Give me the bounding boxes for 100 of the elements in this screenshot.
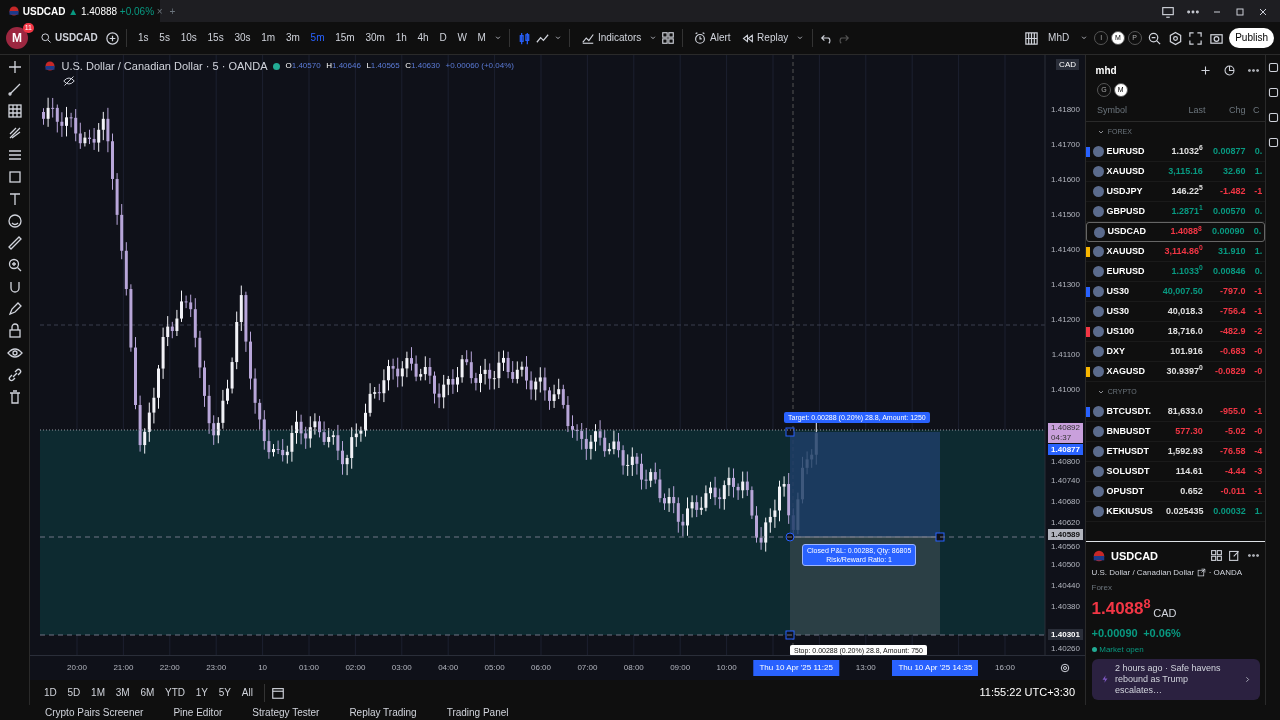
watchlist-row[interactable]: BNBUSDT 577.30 -5.02 -0	[1086, 422, 1265, 442]
column-header[interactable]: C	[1245, 103, 1260, 118]
range-button[interactable]: 3M	[111, 682, 134, 703]
maximize-icon[interactable]	[1234, 6, 1246, 19]
watchlist-row[interactable]: XAGUSD 30.9397$^{0}$ -0.0829 -0	[1086, 362, 1265, 382]
interval-button[interactable]: 30s	[230, 28, 255, 48]
tab[interactable]: USDCAD ▲ 1.40888 +0.06% ×	[0, 0, 160, 22]
external-link-icon[interactable]	[1196, 568, 1206, 578]
calendar-icon[interactable]	[271, 685, 286, 700]
interval-button[interactable]: 30m	[361, 28, 389, 48]
publish-button[interactable]: Publish	[1229, 28, 1274, 48]
watchlist-row[interactable]: DXY 101.916 -0.683 -0	[1086, 342, 1265, 362]
interval-button[interactable]: 3m	[281, 28, 304, 48]
watchlist-row[interactable]: EURUSD 1.1032$^{6}$ 0.00877 0.	[1086, 142, 1265, 162]
lines-icon[interactable]	[6, 147, 23, 163]
watchlist-row[interactable]: USDJPY 146.22$^{5}$ -1.482 -1	[1086, 182, 1265, 202]
price-change: -0.683	[1218, 344, 1246, 358]
lock-icon[interactable]	[6, 323, 23, 339]
zoom-icon[interactable]	[1147, 30, 1163, 46]
settings-icon[interactable]	[1167, 30, 1183, 46]
pencil-icon[interactable]	[6, 301, 23, 317]
add-circle-icon[interactable]	[104, 30, 120, 46]
new-tab-button[interactable]: +	[165, 2, 180, 22]
interval-button[interactable]: D	[435, 28, 451, 48]
range-button[interactable]: 1M	[87, 682, 109, 703]
range-button[interactable]: YTD	[161, 682, 190, 703]
add-icon[interactable]	[1198, 64, 1212, 77]
grid-icon[interactable]	[6, 103, 23, 119]
column-header[interactable]: Last	[1160, 103, 1206, 118]
panel-tab[interactable]: Pine Editor	[173, 705, 223, 720]
watchlist-row[interactable]: EURUSD 1.1033$^{0}$ 0.00846 0.	[1086, 262, 1265, 282]
watchlist-row[interactable]: BTCUSDT. 81,633.0 -955.0 -1	[1086, 402, 1265, 422]
position-tool-drawing[interactable]	[785, 427, 945, 640]
watchlist-row[interactable]: US100 18,716.0 -482.9 -2	[1086, 322, 1265, 342]
templates-icon[interactable]	[660, 31, 675, 45]
panel-tab[interactable]: Replay Trading	[349, 705, 417, 720]
interval-button[interactable]: 15s	[203, 28, 228, 48]
eye-off-icon[interactable]	[63, 75, 75, 87]
crosshair-icon[interactable]	[6, 59, 23, 75]
interval-button[interactable]: 10s	[176, 28, 201, 48]
layout-button[interactable]: MhD	[1044, 28, 1074, 48]
range-button[interactable]: 6M	[136, 682, 159, 703]
interval-button[interactable]: 5s	[155, 28, 174, 48]
interval-button[interactable]: 1h	[391, 28, 411, 48]
watchlist-row[interactable]: USDCAD 1.4088$^{8}$ 0.00090 0.	[1086, 222, 1265, 242]
panel-tab[interactable]: Strategy Tester	[252, 705, 320, 720]
settings-icon[interactable]	[1059, 662, 1071, 674]
panel-tab[interactable]: Crypto Pairs Screener	[45, 705, 144, 720]
symbol-text: EURUSD	[1106, 144, 1146, 158]
interval-button[interactable]: 5m	[306, 28, 329, 48]
ruler-icon[interactable]	[6, 235, 23, 251]
column-header[interactable]: Symbol	[1091, 103, 1161, 118]
edit-icon[interactable]	[1228, 549, 1241, 563]
trend-line-icon[interactable]	[6, 81, 23, 97]
watchlist-row[interactable]: US30 40,007.50 -797.0 -1	[1086, 282, 1265, 302]
interval-button[interactable]: W	[453, 28, 471, 48]
price-label: 1.40800	[1050, 455, 1081, 467]
indicators-button[interactable]: Indicators	[577, 28, 646, 48]
watchlist-row[interactable]: US30 40,018.3 -756.4 -1	[1086, 302, 1265, 322]
fullscreen-icon[interactable]	[1188, 30, 1204, 46]
watchlist-row[interactable]: XAUUSD 3,115.16 32.60 1.	[1086, 162, 1265, 182]
percent-change: -1	[1253, 304, 1263, 318]
chart-pie-icon[interactable]	[1222, 64, 1236, 77]
zoom-icon[interactable]	[6, 257, 23, 273]
watchlist-row[interactable]: ETHUSDT 1,592.93 -76.58 -4	[1086, 442, 1265, 462]
watchlist-row[interactable]: GBPUSD 1.2871$^{1}$ 0.00570 0.	[1086, 202, 1265, 222]
range-button[interactable]: 5D	[63, 682, 85, 703]
link-icon[interactable]	[6, 367, 23, 383]
eye-icon[interactable]	[6, 345, 23, 361]
range-button[interactable]: All	[237, 682, 257, 703]
range-button[interactable]: 1D	[40, 682, 61, 703]
panel-tab[interactable]: Trading Panel	[446, 705, 509, 720]
flag-icon	[44, 60, 56, 73]
interval-button[interactable]: M	[473, 28, 490, 48]
watchlist-row[interactable]: KEKIUSUS 0.025435 0.00032 1.	[1086, 502, 1265, 522]
interval-button[interactable]: 1m	[257, 28, 280, 48]
layout-grid-icon[interactable]	[1023, 30, 1039, 46]
symbol-text: XAUUSD	[1106, 164, 1146, 178]
column-header[interactable]: Chg	[1205, 103, 1246, 118]
replay-button[interactable]: Replay	[737, 28, 793, 48]
interval-button[interactable]: 1s	[134, 28, 153, 48]
smile-icon[interactable]	[6, 213, 23, 229]
interval-button[interactable]: 4h	[413, 28, 433, 48]
range-button[interactable]: 5Y	[214, 682, 236, 703]
price-label: 1.40440	[1050, 580, 1081, 591]
watchlist-row[interactable]: SOLUSDT 114.61 -4.44 -3	[1086, 462, 1265, 482]
range-button[interactable]: 1Y	[191, 682, 213, 703]
watchlist-row[interactable]: OPUSDT 0.652 -0.011 -1	[1086, 482, 1265, 502]
interval-button[interactable]: 15m	[331, 28, 359, 48]
symbol-search-button[interactable]: USDCAD	[36, 28, 102, 48]
monitor-icon[interactable]	[1161, 5, 1175, 20]
alert-button[interactable]: Alert	[689, 28, 735, 48]
currency-label[interactable]: CAD	[1056, 59, 1079, 70]
watchlist-row[interactable]: XAUUSD 3,114.86$^{0}$ 31.910 1.	[1086, 242, 1265, 262]
news-card[interactable]: 2 hours ago · Safe havens rebound as Trump escalates…	[1091, 658, 1260, 700]
rectangle-icon[interactable]	[6, 169, 23, 185]
percent-change: 1.	[1253, 504, 1263, 518]
grid-icon[interactable]	[1209, 549, 1223, 563]
watchlist-name-button[interactable]: mhd	[1091, 60, 1121, 81]
symbol-text: EURUSD	[1106, 264, 1146, 278]
